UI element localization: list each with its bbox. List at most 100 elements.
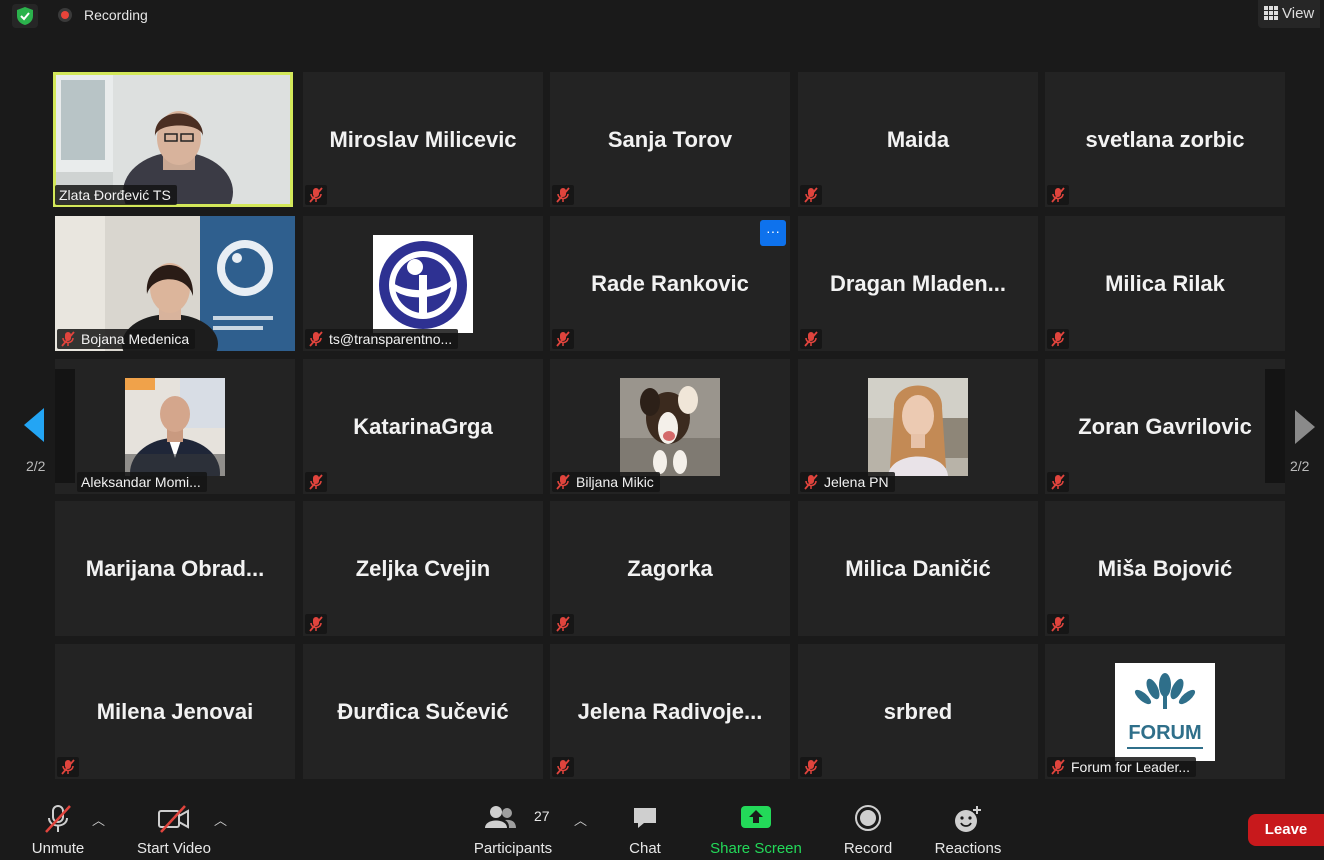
- participant-tile[interactable]: svetlana zorbic: [1045, 72, 1285, 207]
- muted-mic-icon: [552, 329, 574, 349]
- forum-logo: FORUM: [1115, 662, 1215, 761]
- participant-tile[interactable]: Dragan Mladen...: [798, 216, 1038, 351]
- participant-tile[interactable]: KatarinaGrga: [303, 359, 543, 494]
- muted-mic-icon: [1047, 185, 1069, 205]
- audio-options-caret[interactable]: ︿: [92, 810, 105, 829]
- meeting-toolbar: Unmute ︿ Start Video ︿ 27 Participants ︿…: [0, 788, 1324, 860]
- participants-count: 27: [534, 808, 550, 824]
- smiley-add-icon: [955, 806, 981, 832]
- participant-tile[interactable]: Zagorka: [550, 501, 790, 636]
- video-off-icon: [158, 805, 189, 833]
- participant-tile[interactable]: Miroslav Milicevic: [303, 72, 543, 207]
- share-screen-label: Share Screen: [710, 840, 802, 857]
- video-tile-active-speaker[interactable]: Zlata Đorđević TS: [53, 72, 293, 207]
- participant-tile[interactable]: ··· Rade Rankovic: [550, 216, 790, 351]
- participant-name: srbred: [883, 698, 953, 724]
- participant-tile[interactable]: Sanja Torov: [550, 72, 790, 207]
- share-screen-icon: [741, 806, 771, 828]
- participant-tile[interactable]: ts@transparentno...: [303, 216, 543, 351]
- avatar: [868, 377, 968, 476]
- participant-tile[interactable]: Zoran Gavrilovic: [1045, 359, 1285, 494]
- participant-name: Sanja Torov: [607, 126, 733, 152]
- avatar: [620, 377, 720, 476]
- participants-options-caret[interactable]: ︿: [574, 810, 587, 829]
- participant-name: Milena Jenovai: [96, 698, 254, 724]
- participants-button[interactable]: 27 Participants: [470, 788, 556, 860]
- chat-label: Chat: [629, 840, 661, 857]
- participant-tile[interactable]: srbred: [798, 644, 1038, 779]
- security-shield-icon[interactable]: [12, 4, 38, 28]
- participant-tile[interactable]: Marijana Obrad...: [55, 501, 295, 636]
- recording-icon: [58, 8, 72, 22]
- video-tile[interactable]: Bojana Medenica: [55, 216, 295, 351]
- participant-name: Dragan Mladen...: [829, 270, 1007, 296]
- muted-microphone-icon: [45, 805, 71, 833]
- muted-mic-icon: [800, 185, 822, 205]
- participant-name: Marijana Obrad...: [85, 555, 265, 581]
- chat-bubble-icon: [634, 808, 656, 828]
- muted-mic-icon: [1047, 472, 1069, 492]
- muted-mic-icon: [1047, 614, 1069, 634]
- muted-mic-icon: [309, 331, 323, 347]
- muted-mic-icon: [552, 614, 574, 634]
- nav-left-strip: [55, 369, 75, 483]
- participant-name: KatarinaGrga: [353, 413, 493, 439]
- muted-mic-icon: [800, 329, 822, 349]
- participant-tile[interactable]: FORUM Forum for Leader...: [1045, 644, 1285, 779]
- participant-name: Miroslav Milicevic: [329, 126, 517, 152]
- page-indicator-right: 2/2: [1290, 458, 1310, 474]
- participant-tile[interactable]: Zeljka Cvejin: [303, 501, 543, 636]
- participant-name: Zeljka Cvejin: [355, 555, 491, 581]
- participant-nametag: Forum for Leader...: [1047, 757, 1197, 777]
- video-options-caret[interactable]: ︿: [214, 810, 227, 829]
- participant-tile[interactable]: Miša Bojović: [1045, 501, 1285, 636]
- recording-label: Recording: [84, 7, 148, 23]
- share-screen-button[interactable]: Share Screen: [706, 788, 806, 860]
- next-page-arrow-icon[interactable]: [1293, 408, 1317, 446]
- muted-mic-icon: [552, 185, 574, 205]
- view-label: View: [1282, 5, 1315, 22]
- leave-button[interactable]: Leave: [1248, 814, 1324, 846]
- muted-mic-icon: [556, 474, 570, 490]
- muted-mic-icon: [552, 757, 574, 777]
- participant-tile[interactable]: Jelena Radivoje...: [550, 644, 790, 779]
- record-icon: [855, 805, 881, 831]
- unmute-label: Unmute: [31, 840, 85, 857]
- participant-tile[interactable]: Milica Rilak: [1045, 216, 1285, 351]
- participant-tile[interactable]: Milena Jenovai: [55, 644, 295, 779]
- top-bar: Recording View: [0, 0, 1324, 32]
- avatar: [373, 234, 473, 333]
- muted-mic-icon: [804, 474, 818, 490]
- participant-tile[interactable]: Maida: [798, 72, 1038, 207]
- view-button[interactable]: View: [1258, 0, 1320, 28]
- avatar: [125, 377, 225, 476]
- participant-name: svetlana zorbic: [1085, 126, 1245, 152]
- participant-tile[interactable]: Milica Daničić: [798, 501, 1038, 636]
- participant-name: Jelena Radivoje...: [577, 698, 763, 724]
- participant-name: Maida: [886, 126, 950, 152]
- participant-tile[interactable]: Đurđica Sučević: [303, 644, 543, 779]
- participant-nametag: ts@transparentno...: [305, 329, 459, 349]
- participant-nametag: Jelena PN: [800, 472, 895, 492]
- participant-name: Zoran Gavrilovic: [1078, 413, 1252, 439]
- participants-label: Participants: [473, 840, 553, 857]
- record-button[interactable]: Record: [838, 788, 898, 860]
- reactions-button[interactable]: Reactions: [930, 788, 1006, 860]
- muted-mic-icon: [305, 472, 327, 492]
- participant-tile[interactable]: Jelena PN: [798, 359, 1038, 494]
- chat-button[interactable]: Chat: [618, 788, 672, 860]
- participant-tile[interactable]: Biljana Mikic: [550, 359, 790, 494]
- page-indicator-left: 2/2: [26, 458, 46, 474]
- start-video-button[interactable]: Start Video: [132, 788, 216, 860]
- grid-icon: [1264, 6, 1278, 20]
- unmute-button[interactable]: Unmute: [22, 788, 94, 860]
- more-options-button[interactable]: ···: [760, 220, 786, 246]
- record-label: Record: [843, 840, 893, 857]
- participant-name: Milica Rilak: [1105, 270, 1225, 296]
- previous-page-arrow-icon[interactable]: [22, 406, 46, 444]
- participant-tile[interactable]: Aleksandar Momi...: [55, 359, 295, 494]
- participant-name: Miša Bojović: [1097, 555, 1233, 581]
- participant-nametag: Aleksandar Momi...: [77, 472, 207, 492]
- forum-logo-text: FORUM: [1128, 722, 1201, 744]
- participant-nametag: Bojana Medenica: [57, 329, 196, 349]
